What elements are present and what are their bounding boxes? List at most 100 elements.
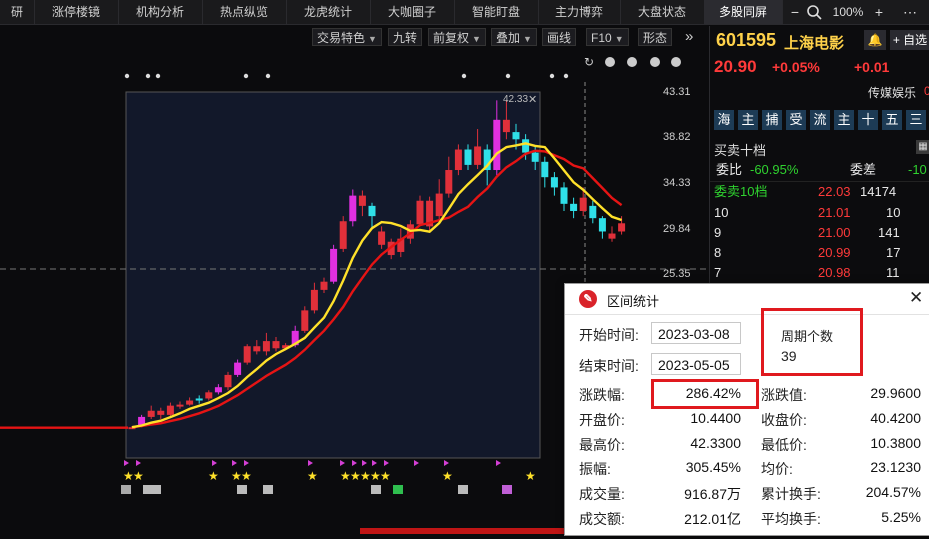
quick-button-7[interactable]: 十 <box>858 110 878 130</box>
candle-body <box>310 289 318 311</box>
trade-feature-dropdown[interactable]: 交易特色 ▼ <box>312 28 382 46</box>
candle-body <box>445 170 453 194</box>
ask10-label: 委卖10档 <box>714 184 768 199</box>
search-icon[interactable] <box>806 4 822 20</box>
stat-label: 平均换手: <box>761 511 821 527</box>
event-dot <box>243 73 249 79</box>
stat-label: 累计换手: <box>761 486 821 502</box>
adjust-label: 前复权 <box>433 31 470 45</box>
stat-label: 最低价: <box>761 437 807 453</box>
quick-button-9[interactable]: 三 <box>906 110 926 130</box>
candle-body <box>358 195 366 206</box>
more-options-icon[interactable]: ⋯ <box>900 0 920 24</box>
draw-line-button[interactable]: 画线 <box>542 28 577 46</box>
nav-tab-big-circle[interactable]: 大咖圈子 <box>370 0 455 24</box>
candle-body <box>608 233 616 239</box>
stat-label: 成交额: <box>579 511 625 527</box>
top-nav: 研 涨停楼镜 机构分析 热点纵览 龙虎统计 大咖圈子 智能盯盘 主力博弈 大盘状… <box>0 0 929 25</box>
nav-tab-hotspots[interactable]: 热点纵览 <box>202 0 287 24</box>
candle-body <box>339 221 347 249</box>
zoom-in-button[interactable]: + <box>870 0 888 24</box>
candle-body <box>253 346 261 352</box>
nav-tab-smart-watch[interactable]: 智能盯盘 <box>454 0 539 24</box>
candle-body <box>579 197 587 211</box>
adjust-dropdown[interactable]: 前复权 ▼ <box>428 28 486 46</box>
candle-body <box>147 410 155 417</box>
f10-label: F10 <box>591 31 612 45</box>
close-chart-icon <box>671 57 681 67</box>
zoom-in-icon <box>605 57 615 67</box>
stat-value: 5.25% <box>881 509 921 525</box>
stat-value: 29.9600 <box>870 385 921 401</box>
candle-body <box>550 177 558 188</box>
candle-body <box>195 398 203 401</box>
quick-button-4[interactable]: 受 <box>786 110 806 130</box>
overlay-label: 叠加 <box>496 31 521 45</box>
diff-value: -10 <box>908 162 927 177</box>
nav-tab-limit-up[interactable]: 涨停楼镜 <box>34 0 119 24</box>
pattern-button[interactable]: 形态 <box>638 28 673 46</box>
candle-body <box>166 405 174 415</box>
sector-label[interactable]: 传媒娱乐 <box>868 84 916 101</box>
add-watchlist-button[interactable]: + 自选 <box>890 30 929 50</box>
ask-price: 20.98 <box>818 265 851 280</box>
candle-body <box>272 341 280 349</box>
stock-code: 601595 <box>716 30 777 50</box>
event-badge-icon <box>121 485 131 494</box>
flag-icon <box>372 460 377 466</box>
nine-turn-button[interactable]: 九转 <box>388 28 423 46</box>
nav-tab-main-force[interactable]: 主力博弈 <box>538 0 621 24</box>
candle-body <box>205 392 213 399</box>
stat-value: 10.4400 <box>690 410 741 426</box>
nav-tab-multi-stock[interactable]: 多股同屏 <box>704 0 783 24</box>
stat-value: 204.57% <box>865 484 921 500</box>
price-label-2: 38.82 <box>663 131 691 143</box>
star-icon: ★ <box>241 469 252 483</box>
ratio-value: -60.95% <box>750 162 799 177</box>
star-icon: ★ <box>133 469 144 483</box>
stat-label: 涨跌值: <box>761 387 807 403</box>
nav-tab-research[interactable]: 研 <box>0 0 35 24</box>
start-time-label: 开始时间: <box>579 327 639 343</box>
stat-label: 开盘价: <box>579 412 625 428</box>
peak-marker-icon: ✕ <box>528 93 537 106</box>
overlay-dropdown[interactable]: 叠加 ▼ <box>491 28 537 46</box>
candle-body <box>320 281 328 290</box>
candle-body <box>589 205 597 219</box>
quick-button-5[interactable]: 流 <box>810 110 830 130</box>
quick-button-2[interactable]: 主 <box>738 110 758 130</box>
end-time-field[interactable]: 2023-05-05 <box>651 353 741 375</box>
flag-icon <box>124 460 129 466</box>
candle-body <box>378 231 386 245</box>
quick-button-8[interactable]: 五 <box>882 110 902 130</box>
candle-body <box>541 161 549 178</box>
f10-dropdown[interactable]: F10 ▼ <box>586 28 629 46</box>
nav-tab-market-state[interactable]: 大盘状态 <box>620 0 705 24</box>
candle-body <box>493 119 501 171</box>
calculator-icon[interactable]: ▦ <box>916 140 929 154</box>
ask-vol: 11 <box>886 265 900 280</box>
stat-label: 成交量: <box>579 486 625 502</box>
candle-body <box>214 387 222 393</box>
flag-icon <box>232 460 237 466</box>
nav-tab-institution[interactable]: 机构分析 <box>118 0 203 24</box>
candle-body <box>512 132 520 140</box>
event-dot <box>461 73 467 79</box>
candle-body <box>464 149 472 165</box>
quick-button-6[interactable]: 主 <box>834 110 854 130</box>
close-icon[interactable]: ✕ <box>909 288 923 308</box>
bell-icon[interactable]: 🔔 <box>864 30 886 50</box>
event-dot <box>265 73 271 79</box>
quick-button-3[interactable]: 捕 <box>762 110 782 130</box>
ask-vol: 17 <box>886 245 901 260</box>
zoom-out-button[interactable]: − <box>786 0 804 24</box>
start-time-field[interactable]: 2023-03-08 <box>651 322 741 344</box>
stat-value: 10.3800 <box>870 435 921 451</box>
ask-level: 9 <box>714 225 722 240</box>
candle-body <box>176 404 184 407</box>
ask-row: 8 20.99 17 <box>710 243 929 263</box>
expand-button[interactable]: » <box>681 28 697 46</box>
quick-button-1[interactable]: 海 <box>714 110 734 130</box>
nav-tab-dragon-tiger[interactable]: 龙虎统计 <box>286 0 371 24</box>
flag-icon <box>444 460 449 466</box>
